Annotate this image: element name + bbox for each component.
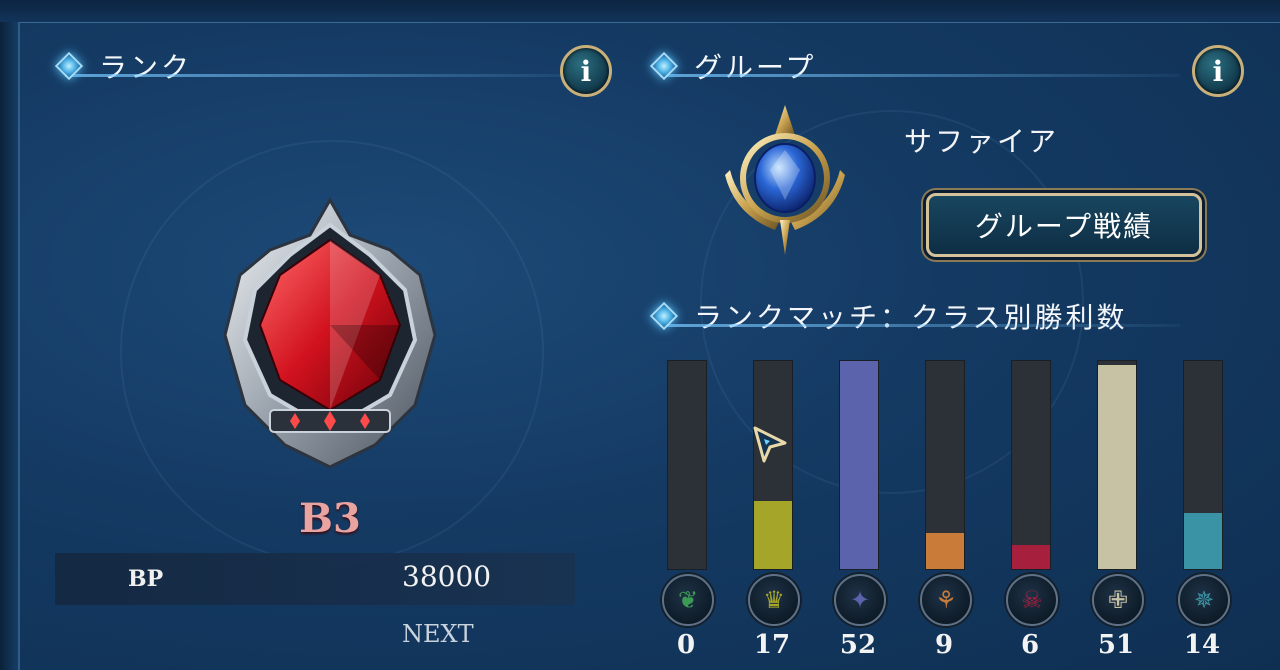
bar-nemesis-icon: [1184, 513, 1222, 569]
nightmare-icon[interactable]: ☠: [1006, 574, 1058, 626]
bar-track: [925, 360, 965, 570]
win-count-label: 17: [753, 630, 791, 660]
win-count-label: 51: [1097, 630, 1135, 660]
bar-track: [839, 360, 879, 570]
rank-name: B3: [299, 495, 361, 542]
bar-track: [1097, 360, 1137, 570]
rankmatch-section-header: ランクマッチ：クラス別勝利数: [649, 296, 1210, 336]
cursor-icon: [753, 426, 787, 463]
bar-track: [753, 360, 793, 570]
group-record-button[interactable]: グループ戦績: [926, 193, 1202, 257]
bar-track: [1183, 360, 1223, 570]
info-icon: i: [1212, 54, 1224, 88]
nemesis-icon[interactable]: ✵: [1178, 574, 1230, 626]
win-count-label: 9: [934, 630, 954, 660]
win-count-label: 52: [839, 630, 877, 660]
group-section-title: グループ: [694, 51, 817, 84]
rank-section-header: ランク: [54, 46, 615, 86]
bp-value: 38000: [402, 560, 492, 593]
bishop-icon[interactable]: ✙: [1092, 574, 1144, 626]
sapphire-emblem-icon: [725, 105, 845, 255]
next-label: NEXT: [402, 620, 474, 648]
bar-track: [667, 360, 707, 570]
left-frame: [0, 22, 20, 670]
elf-leaf-icon[interactable]: ❦: [662, 574, 714, 626]
bar-witch-circle-icon: [840, 361, 878, 569]
header-underline: [660, 74, 1180, 77]
group-section-header: グループ: [649, 46, 1210, 86]
rank-info-button[interactable]: i: [560, 45, 612, 97]
top-frame: [0, 0, 1280, 23]
royal-crown-icon[interactable]: ♛: [748, 574, 800, 626]
header-underline: [660, 324, 1180, 327]
group-info-button[interactable]: i: [1192, 45, 1244, 97]
header-underline: [65, 74, 585, 77]
bar-nightmare-icon: [1012, 545, 1050, 569]
group-name: サファイア: [904, 125, 1060, 158]
bar-bishop-icon: [1098, 365, 1136, 569]
rankmatch-section-title: ランクマッチ：クラス別勝利数: [694, 301, 1128, 334]
win-count-label: 14: [1183, 630, 1221, 660]
info-icon: i: [580, 54, 592, 88]
dragon-icon[interactable]: ⚘: [920, 574, 972, 626]
bar-dragon-icon: [926, 533, 964, 569]
bar-royal-crown-icon: [754, 501, 792, 569]
win-count-label: 6: [1020, 630, 1040, 660]
class-wins-chart: ❦ 0 ♛ 17 ✦ 52 ⚘ 9 ☠ 6 ✙ 51 ✵ 14: [660, 360, 1230, 660]
win-count-label: 0: [676, 630, 696, 660]
bar-track: [1011, 360, 1051, 570]
witch-circle-icon[interactable]: ✦: [834, 574, 886, 626]
bp-label: BP: [128, 566, 164, 592]
rank-section-title: ランク: [99, 51, 193, 84]
rank-emblem-icon: [223, 196, 437, 469]
